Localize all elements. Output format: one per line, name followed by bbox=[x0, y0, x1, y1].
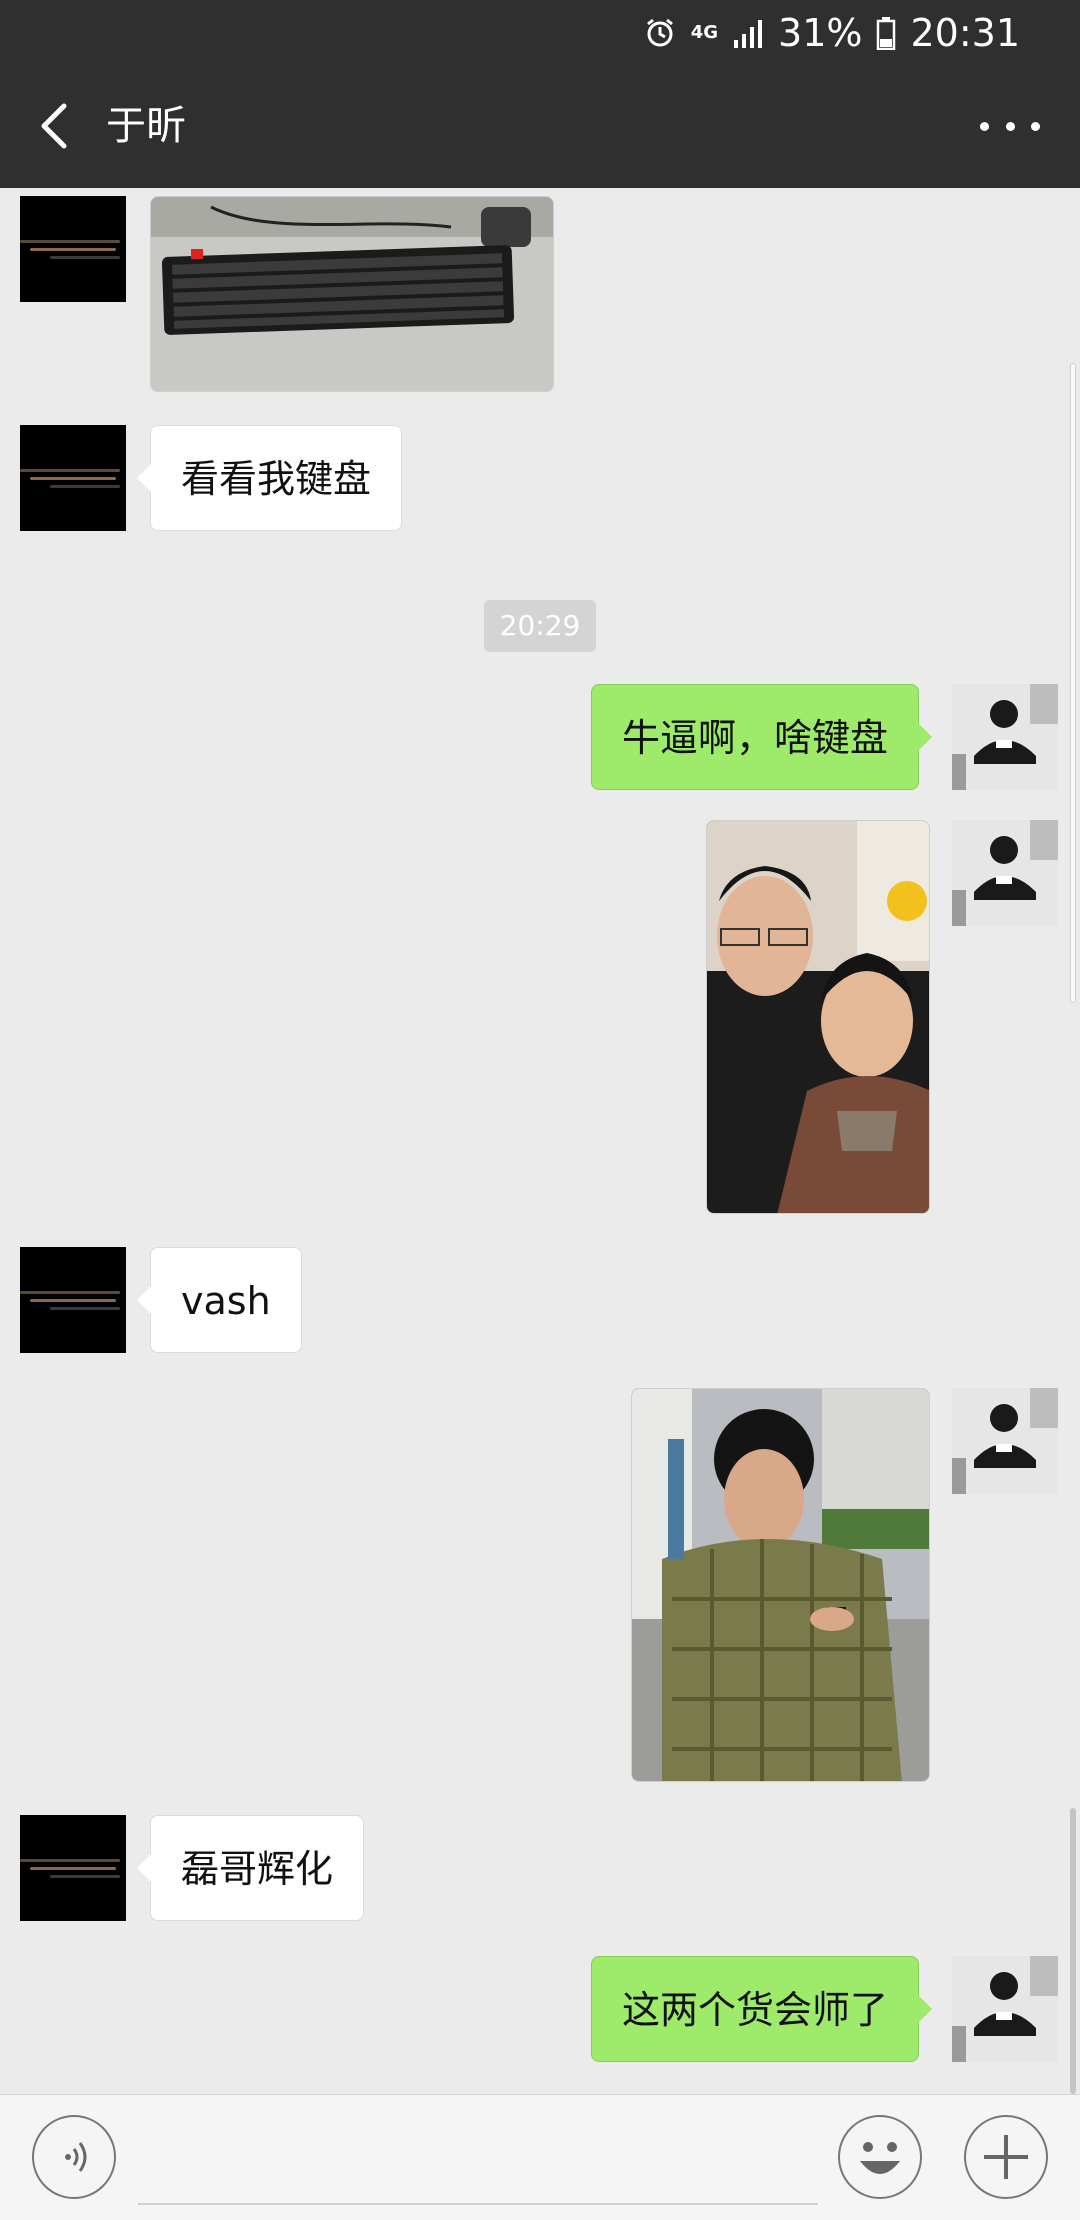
emoji-button[interactable] bbox=[838, 2115, 922, 2199]
message-bubble-outgoing[interactable]: 这两个货会师了 bbox=[591, 1956, 933, 2062]
my-avatar[interactable] bbox=[952, 1388, 1058, 1494]
clock: 20:31 bbox=[910, 11, 1020, 55]
message-bubble-incoming[interactable]: 看看我键盘 bbox=[136, 425, 403, 531]
my-avatar[interactable] bbox=[952, 820, 1058, 926]
signal-icon bbox=[732, 18, 764, 48]
my-avatar[interactable] bbox=[952, 684, 1058, 790]
chevron-left-icon bbox=[41, 103, 67, 149]
message-bubble-outgoing[interactable]: 牛逼啊，啥键盘 bbox=[591, 684, 933, 790]
message-bubble-incoming[interactable]: 磊哥辉化 bbox=[136, 1815, 365, 1921]
side-handle[interactable] bbox=[1070, 363, 1076, 1003]
network-type: 4G bbox=[690, 22, 719, 43]
plus-button[interactable] bbox=[964, 2115, 1048, 2199]
chat-header: 于昕 bbox=[0, 66, 1080, 188]
voice-button[interactable] bbox=[32, 2115, 116, 2199]
message-timestamp: 20:29 bbox=[484, 600, 596, 652]
chat-title: 于昕 bbox=[106, 103, 186, 149]
contact-avatar[interactable] bbox=[20, 1247, 126, 1353]
contact-avatar[interactable] bbox=[20, 1815, 126, 1921]
input-bar bbox=[0, 2094, 1080, 2220]
keyboard-photo[interactable] bbox=[150, 196, 554, 392]
battery-percent: 31% bbox=[778, 11, 863, 55]
emoji-icon bbox=[860, 2142, 900, 2174]
status-bar: 4G 31% 20:31 bbox=[0, 0, 1080, 66]
man-phone-photo[interactable] bbox=[631, 1388, 930, 1782]
more-dots-icon bbox=[980, 121, 989, 131]
alarm-icon bbox=[643, 16, 677, 50]
contact-avatar[interactable] bbox=[20, 196, 126, 302]
voice-icon bbox=[65, 2142, 87, 2172]
battery-icon bbox=[876, 16, 896, 50]
scrollbar[interactable] bbox=[1070, 1808, 1076, 2094]
message-bubble-incoming[interactable]: vash bbox=[137, 1247, 302, 1353]
more-button[interactable] bbox=[980, 106, 1040, 146]
selfie-photo[interactable] bbox=[706, 820, 930, 1214]
contact-avatar[interactable] bbox=[20, 425, 126, 531]
my-avatar[interactable] bbox=[952, 1956, 1058, 2062]
message-input[interactable] bbox=[138, 2203, 818, 2205]
plus-icon bbox=[984, 2135, 1028, 2179]
back-button[interactable] bbox=[28, 96, 88, 156]
message-list[interactable]: 看看我键盘 20:29 牛逼啊，啥键盘 vash 磊哥辉化 这两个货会师了 bbox=[0, 188, 1080, 2094]
